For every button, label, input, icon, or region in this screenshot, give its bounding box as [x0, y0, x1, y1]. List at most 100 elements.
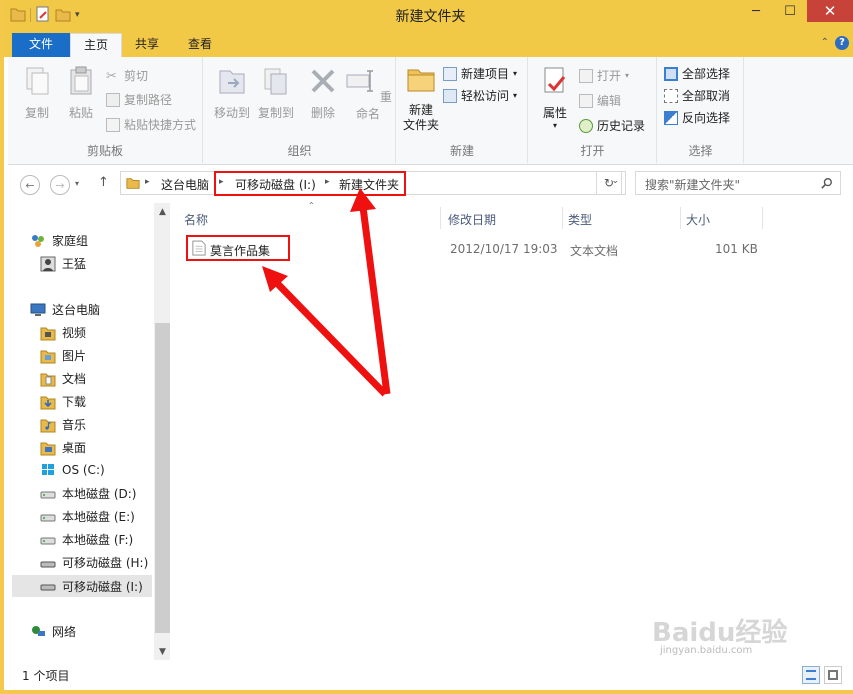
rename-button[interactable]: 重命名: [344, 65, 392, 122]
nav-music[interactable]: 音乐: [40, 416, 86, 433]
nav-documents[interactable]: 文档: [40, 370, 86, 387]
help-icon[interactable]: ?: [835, 36, 849, 50]
search-placeholder: 搜索"新建文件夹": [645, 178, 741, 192]
open-button[interactable]: 打开 ▾: [579, 67, 629, 84]
window-controls: ─ ☐ ✕: [739, 0, 853, 22]
properties-button[interactable]: 属性 ▾: [535, 65, 575, 130]
nav-pictures[interactable]: 图片: [40, 347, 86, 364]
annotation-box-file: [186, 235, 290, 261]
history-button[interactable]: 历史记录: [579, 117, 645, 134]
back-button[interactable]: ←: [20, 175, 40, 195]
user-icon: [40, 256, 56, 271]
details-view-button[interactable]: [802, 666, 820, 684]
close-button[interactable]: ✕: [807, 0, 853, 22]
paste-shortcut-icon: [106, 117, 120, 132]
crumb-separator-icon: ▸: [145, 177, 150, 187]
nav-removable-h-label: 可移动磁盘 (H:): [62, 556, 149, 570]
nav-removable-h[interactable]: 可移动磁盘 (H:): [40, 554, 148, 571]
nav-downloads[interactable]: 下载: [40, 393, 86, 410]
tab-file[interactable]: 文件: [12, 33, 70, 57]
crumb-this-pc[interactable]: 这台电脑: [161, 176, 209, 193]
group-select: 全部选择 全部取消 反向选择 选择: [658, 57, 744, 163]
column-header-type[interactable]: 类型: [568, 211, 592, 228]
easy-access-button[interactable]: 轻松访问 ▾: [443, 87, 517, 104]
ribbon-collapse-icon[interactable]: ⌃: [821, 37, 829, 48]
hard-drive-icon: [40, 537, 56, 544]
tab-home[interactable]: 主页: [70, 33, 122, 57]
nav-documents-label: 文档: [62, 372, 87, 386]
invert-selection-button[interactable]: 反向选择: [664, 109, 730, 126]
nav-disk-e[interactable]: 本地磁盘 (E:): [40, 508, 135, 525]
delete-button[interactable]: 删除: [302, 65, 344, 121]
tab-view[interactable]: 查看: [176, 33, 224, 57]
ribbon: 复制 粘贴 ✂ 剪切 复制路径 粘贴快捷方式 剪贴板 移动到 复制到 删除 重命…: [8, 57, 853, 165]
nav-homegroup[interactable]: 家庭组: [30, 232, 88, 249]
copy-button[interactable]: 复制: [16, 65, 58, 121]
group-organize: 移动到 复制到 删除 重命名 组织: [204, 57, 396, 163]
column-divider[interactable]: [562, 207, 563, 229]
scrollbar-thumb[interactable]: [155, 323, 170, 633]
nav-scrollbar[interactable]: ▲ ▼: [154, 203, 171, 660]
column-divider[interactable]: [440, 207, 441, 229]
select-none-icon: [664, 88, 678, 103]
documents-folder-icon: [40, 373, 56, 386]
column-divider[interactable]: [680, 207, 681, 229]
minimize-button[interactable]: ─: [739, 0, 773, 22]
paste-shortcut-button[interactable]: 粘贴快捷方式: [106, 116, 196, 133]
new-folder-icon: [407, 69, 435, 92]
search-box[interactable]: 搜索"新建文件夹": [635, 171, 841, 195]
paste-label: 粘贴: [68, 106, 93, 120]
copy-path-button[interactable]: 复制路径: [106, 91, 172, 108]
nav-homegroup-user[interactable]: 王猛: [40, 255, 86, 272]
tab-share[interactable]: 共享: [124, 33, 170, 57]
new-folder-button[interactable]: 新建 文件夹: [399, 63, 443, 133]
nav-os-drive[interactable]: OS (C:): [40, 462, 105, 478]
select-all-button[interactable]: 全部选择: [664, 65, 730, 82]
scissors-icon: ✂: [106, 68, 117, 84]
nav-this-pc[interactable]: 这台电脑: [30, 301, 100, 318]
group-label-open: 打开: [580, 144, 605, 158]
column-header-name[interactable]: 名称: [184, 211, 208, 228]
cut-label: 剪切: [124, 69, 149, 83]
select-none-button[interactable]: 全部取消: [664, 87, 730, 104]
nav-disk-d-label: 本地磁盘 (D:): [62, 487, 137, 501]
new-folder-label-line2: 文件夹: [402, 118, 439, 132]
open-label: 打开: [597, 69, 622, 83]
nav-disk-d[interactable]: 本地磁盘 (D:): [40, 485, 136, 502]
nav-this-pc-label: 这台电脑: [52, 303, 101, 317]
edit-button[interactable]: 编辑: [579, 92, 621, 109]
recent-locations-icon[interactable]: ▾: [75, 179, 79, 188]
cut-button[interactable]: ✂ 剪切: [106, 67, 148, 84]
paste-button[interactable]: 粘贴: [60, 65, 102, 121]
forward-arrow-icon: →: [55, 178, 65, 192]
nav-music-label: 音乐: [62, 418, 87, 432]
refresh-button[interactable]: ↻: [596, 171, 622, 195]
properties-dropdown-icon: ▾: [552, 121, 557, 130]
up-arrow-icon[interactable]: ↑: [98, 175, 109, 190]
nav-desktop[interactable]: 桌面: [40, 439, 86, 456]
maximize-button[interactable]: ☐: [773, 0, 807, 22]
column-header-date[interactable]: 修改日期: [448, 211, 496, 228]
removable-drive-icon: [40, 561, 56, 567]
nav-disk-f[interactable]: 本地磁盘 (F:): [40, 531, 133, 548]
scroll-up-icon[interactable]: ▲: [154, 207, 171, 217]
new-item-button[interactable]: 新建项目 ▾: [443, 65, 517, 82]
baidu-watermark: Baidu经验 jingyan.baidu.com: [652, 612, 787, 656]
music-folder-icon: [40, 419, 56, 432]
large-icons-view-button[interactable]: [824, 666, 842, 684]
copy-to-button[interactable]: 复制到: [254, 65, 298, 121]
column-header-size[interactable]: 大小: [686, 211, 710, 228]
scroll-down-icon[interactable]: ▼: [154, 647, 171, 657]
title-bar: ▾ 新建文件夹 ─ ☐ ✕: [4, 0, 853, 31]
column-divider[interactable]: [762, 207, 763, 229]
item-count: 1 个项目: [22, 669, 70, 683]
copy-to-icon: [264, 68, 287, 95]
easy-access-icon: [443, 88, 457, 103]
move-to-button[interactable]: 移动到: [210, 65, 254, 121]
videos-folder-icon: [40, 327, 56, 340]
nav-removable-i[interactable]: 可移动磁盘 (I:): [12, 575, 152, 597]
forward-button[interactable]: →: [50, 175, 70, 195]
nav-videos[interactable]: 视频: [40, 324, 86, 341]
nav-network[interactable]: 网络: [30, 623, 76, 640]
nav-pictures-label: 图片: [62, 349, 87, 363]
